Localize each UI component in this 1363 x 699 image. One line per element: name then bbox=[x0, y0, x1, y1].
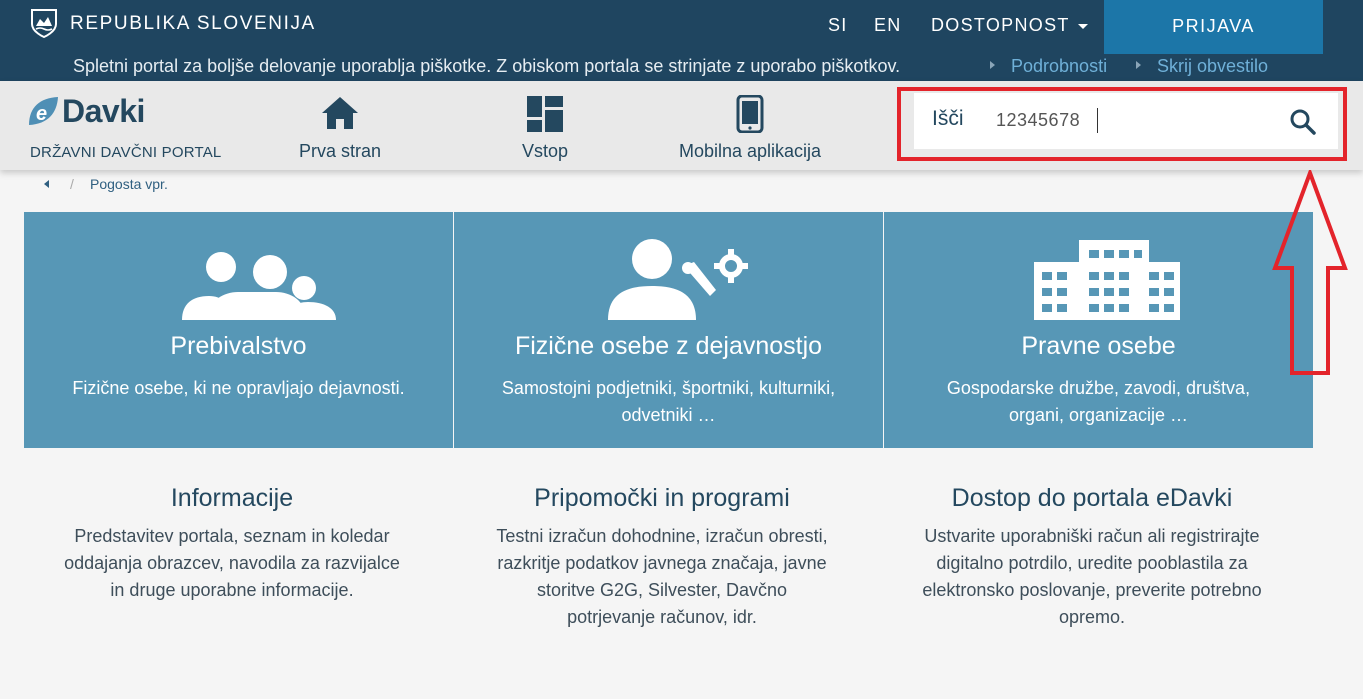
svg-text:e: e bbox=[36, 103, 47, 125]
nav-home-label: Prva stran bbox=[298, 141, 382, 161]
info-edavki-access[interactable]: Dostop do portala eDavki Ustvarite upora… bbox=[922, 484, 1262, 631]
search-label: Išči bbox=[932, 107, 964, 130]
cookie-details-link[interactable]: Podrobnosti bbox=[990, 56, 1107, 77]
logo-text: Davki bbox=[62, 93, 145, 129]
e-leaf-icon: e bbox=[29, 97, 58, 125]
triangle-right-icon bbox=[990, 61, 995, 69]
accessibility-label: DOSTOPNOST bbox=[931, 15, 1070, 35]
tile-residents-title: Prebivalstvo bbox=[170, 332, 307, 360]
search-box: Išči bbox=[914, 93, 1338, 149]
tile-self-employed[interactable]: Fizične osebe z dejavnostjo Samostojni p… bbox=[454, 212, 883, 448]
nav-login-label: Vstop bbox=[521, 141, 569, 161]
lang-si-link[interactable]: SI bbox=[828, 15, 848, 36]
tile-residents[interactable]: Prebivalstvo Fizične osebe, ki ne opravl… bbox=[24, 212, 453, 448]
search-input[interactable] bbox=[996, 105, 1286, 135]
tile-self-employed-title: Fizične osebe z dejavnostjo bbox=[514, 332, 823, 360]
person-tools-icon bbox=[608, 239, 748, 320]
tile-residents-desc: Fizične osebe, ki ne opravljajo dejavnos… bbox=[72, 378, 405, 398]
triangle-right-icon bbox=[1136, 61, 1141, 69]
cookie-hide-label: Skrij obvestilo bbox=[1157, 56, 1269, 76]
info-tools[interactable]: Pripomočki in programi Testni izračun do… bbox=[495, 484, 829, 631]
nav-login[interactable]: Vstop bbox=[495, 81, 595, 170]
cookie-notice-text: Spletni portal za boljše delovanje upora… bbox=[73, 56, 901, 76]
info-tools-title: Pripomočki in programi bbox=[534, 484, 790, 512]
dashboard-icon bbox=[527, 96, 563, 132]
country-name: REPUBLIKA SLOVENIJA bbox=[70, 13, 316, 34]
login-button[interactable]: PRIJAVA bbox=[1104, 0, 1323, 54]
tile-legal-entities-desc: Gospodarske družbe, zavodi, društva, org… bbox=[946, 378, 1251, 425]
nav-mobile-app[interactable]: Mobilna aplikacija bbox=[665, 81, 835, 170]
text-cursor bbox=[1097, 108, 1098, 133]
info-information-title: Informacije bbox=[170, 484, 294, 512]
accessibility-menu[interactable]: DOSTOPNOST bbox=[931, 15, 1088, 36]
info-information-desc: Predstavitev portala, seznam in koledar … bbox=[64, 526, 400, 600]
coat-of-arms-icon bbox=[31, 9, 57, 38]
tile-legal-entities-title: Pravne osebe bbox=[1021, 332, 1176, 360]
info-information[interactable]: Informacije Predstavitev portala, seznam… bbox=[60, 484, 404, 604]
tile-self-employed-desc: Samostojni podjetniki, športniki, kultur… bbox=[501, 378, 836, 425]
mobile-phone-icon bbox=[736, 95, 764, 133]
nav-mobile-label: Mobilna aplikacija bbox=[678, 141, 822, 161]
top-bar: REPUBLIKA SLOVENIJA SI EN DOSTOPNOST PRI… bbox=[0, 0, 1363, 81]
people-group-icon bbox=[182, 252, 336, 320]
building-icon bbox=[1034, 240, 1180, 320]
edavki-logo[interactable]: e Davki bbox=[26, 93, 176, 129]
info-tools-desc: Testni izračun dohodnine, izračun obrest… bbox=[496, 526, 828, 627]
breadcrumb-separator: / bbox=[70, 176, 74, 192]
cookie-hide-link[interactable]: Skrij obvestilo bbox=[1136, 56, 1268, 77]
search-icon[interactable] bbox=[1288, 107, 1318, 137]
cookie-details-label: Podrobnosti bbox=[1011, 56, 1108, 76]
caret-down-icon bbox=[1077, 23, 1088, 29]
breadcrumb-current[interactable]: Pogosta vpr. bbox=[90, 176, 168, 192]
info-edavki-access-desc: Ustvarite uporabniški račun ali registri… bbox=[922, 526, 1262, 627]
logo-subtitle: DRŽAVNI DAVČNI PORTAL bbox=[30, 144, 222, 161]
info-edavki-access-title: Dostop do portala eDavki bbox=[951, 484, 1233, 512]
tile-legal-entities[interactable]: Pravne osebe Gospodarske družbe, zavodi,… bbox=[884, 212, 1313, 448]
lang-en-link[interactable]: EN bbox=[874, 15, 902, 36]
home-icon bbox=[322, 97, 358, 129]
nav-home[interactable]: Prva stran bbox=[280, 81, 400, 170]
back-arrow-icon[interactable] bbox=[44, 180, 49, 188]
